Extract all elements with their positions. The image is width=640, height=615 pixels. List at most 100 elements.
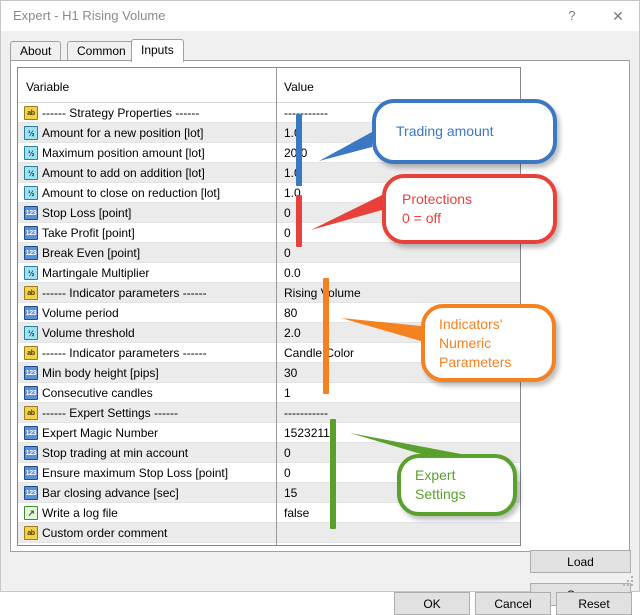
cell-variable: ½ Martingale Multiplier	[24, 263, 149, 283]
cell-value[interactable]: -----------	[284, 103, 328, 123]
string-icon: ab	[24, 526, 38, 540]
table-row[interactable]: ab ------ Expert Settings ------ ---------…	[18, 403, 520, 423]
variable-label: Min body height [pips]	[42, 366, 159, 380]
cell-variable: 123 Break Even [point]	[24, 243, 140, 263]
cell-variable: 123 Volume period	[24, 303, 119, 323]
cell-value[interactable]: 15	[284, 483, 297, 503]
int-icon: 123	[24, 206, 38, 220]
double-icon: ½	[24, 266, 38, 280]
cell-variable: 123 Stop Loss [point]	[24, 203, 131, 223]
expert-properties-window: Expert - H1 Rising Volume ? ✕ About Commo…	[0, 0, 640, 615]
cell-value[interactable]: 15232111	[284, 423, 336, 443]
table-row[interactable]: ab ------ Indicator parameters ------ Risi…	[18, 283, 520, 303]
tab-inputs[interactable]: Inputs	[131, 39, 184, 62]
variable-label: Bar closing advance [sec]	[42, 486, 179, 500]
cell-value[interactable]: Candle Color	[284, 343, 354, 363]
column-header-value[interactable]: Value	[284, 80, 314, 94]
table-row[interactable]: ab Custom order comment	[18, 523, 520, 543]
string-icon: ab	[24, 106, 38, 120]
cell-value[interactable]: 0	[284, 223, 291, 243]
variable-label: Martingale Multiplier	[42, 266, 150, 280]
cell-value[interactable]: 0	[284, 443, 291, 463]
resize-grip-dot	[631, 580, 633, 582]
double-icon: ½	[24, 186, 38, 200]
cell-variable: 123 Min body height [pips]	[24, 363, 159, 383]
callout-text-trading-amount: Trading amount	[396, 123, 494, 139]
resize-grip-dot	[627, 584, 629, 586]
cell-value[interactable]: 0	[284, 243, 291, 263]
variable-label: Stop trading at min account	[42, 446, 189, 460]
variable-label: Amount to add on addition [lot]	[42, 166, 205, 180]
cell-value[interactable]: 2.0	[284, 323, 301, 343]
cell-value[interactable]: 0.0	[284, 263, 301, 283]
table-row[interactable]: 123 Break Even [point] 0	[18, 243, 520, 263]
cell-variable: ½ Amount for a new position [lot]	[24, 123, 203, 143]
bool-icon: ↗	[24, 506, 38, 520]
cell-variable: 123 Bar closing advance [sec]	[24, 483, 179, 503]
callout-text-indicators-numeric-parameters: Indicators' Numeric Parameters	[439, 315, 512, 370]
grid-header-row: Variable Value	[18, 68, 520, 103]
cell-value[interactable]: false	[284, 503, 309, 523]
int-icon: 123	[24, 386, 38, 400]
cell-variable: ab ------ Indicator parameters ------	[24, 343, 207, 363]
cell-variable: 123 Ensure maximum Stop Loss [point]	[24, 463, 228, 483]
ok-button[interactable]: OK	[394, 592, 470, 615]
cell-variable: ab ------ Indicator parameters ------	[24, 283, 207, 303]
marker-bar-trading-amount	[296, 114, 302, 186]
variable-label: Ensure maximum Stop Loss [point]	[42, 466, 229, 480]
callout-text-expert-settings: Expert Settings	[415, 467, 466, 502]
table-row[interactable]: 123 Expert Magic Number 15232111	[18, 423, 520, 443]
cell-value[interactable]: 0	[284, 463, 291, 483]
variable-label: Amount to close on reduction [lot]	[42, 186, 221, 200]
cell-variable: ↗ Write a log file	[24, 503, 118, 523]
double-icon: ½	[24, 126, 38, 140]
double-icon: ½	[24, 146, 38, 160]
variable-label: Consecutive candles	[42, 386, 153, 400]
table-row[interactable]: 123 Consecutive candles 1	[18, 383, 520, 403]
callout-indicators-numeric-parameters: Indicators' Numeric Parameters	[421, 304, 556, 382]
window-title: Expert - H1 Rising Volume	[13, 8, 166, 23]
cell-value[interactable]: -----------	[284, 403, 328, 423]
variable-label: Custom order comment	[42, 526, 168, 540]
string-icon: ab	[24, 346, 38, 360]
int-icon: 123	[24, 446, 38, 460]
double-icon: ½	[24, 326, 38, 340]
cell-variable: ½ Volume threshold	[24, 323, 135, 343]
cancel-button[interactable]: Cancel	[475, 592, 551, 615]
variable-label: Stop Loss [point]	[42, 206, 132, 220]
resize-grip[interactable]	[623, 576, 635, 588]
cell-value[interactable]: 80	[284, 303, 297, 323]
cell-variable: ½ Amount to add on addition [lot]	[24, 163, 205, 183]
table-row[interactable]: ½ Martingale Multiplier 0.0	[18, 263, 520, 283]
title-bar: Expert - H1 Rising Volume ? ✕	[1, 1, 639, 31]
variable-label: Expert Magic Number	[42, 426, 159, 440]
resize-grip-dot	[631, 584, 633, 586]
callout-text-protections: Protections 0 = off	[402, 191, 473, 226]
cell-value[interactable]: 30	[284, 363, 297, 383]
variable-label: Break Even [point]	[42, 246, 141, 260]
variable-label: Maximum position amount [lot]	[42, 146, 205, 160]
int-icon: 123	[24, 306, 38, 320]
variable-label: Take Profit [point]	[42, 226, 135, 240]
callout-expert-settings: Expert Settings	[397, 454, 517, 516]
variable-label: Amount for a new position [lot]	[42, 126, 204, 140]
help-icon[interactable]: ?	[549, 1, 595, 31]
column-divider[interactable]	[276, 68, 277, 545]
close-icon[interactable]: ✕	[595, 1, 640, 31]
cell-value[interactable]: 1	[284, 383, 291, 403]
double-icon: ½	[24, 166, 38, 180]
tab-common[interactable]: Common	[67, 41, 136, 61]
variable-label: Volume period	[42, 306, 119, 320]
variable-label: Volume threshold	[42, 326, 135, 340]
marker-bar-indicators-numeric-parameters	[323, 278, 329, 394]
variable-label: Write a log file	[42, 506, 118, 520]
reset-button[interactable]: Reset	[556, 592, 632, 615]
cell-variable: ½ Maximum position amount [lot]	[24, 143, 205, 163]
resize-grip-dot	[627, 580, 629, 582]
column-header-variable[interactable]: Variable	[26, 80, 69, 94]
tab-about[interactable]: About	[10, 41, 62, 61]
tab-strip: About Common Inputs	[10, 39, 622, 62]
load-button[interactable]: Load	[530, 550, 631, 573]
cell-value[interactable]: 0	[284, 203, 291, 223]
string-icon: ab	[24, 286, 38, 300]
